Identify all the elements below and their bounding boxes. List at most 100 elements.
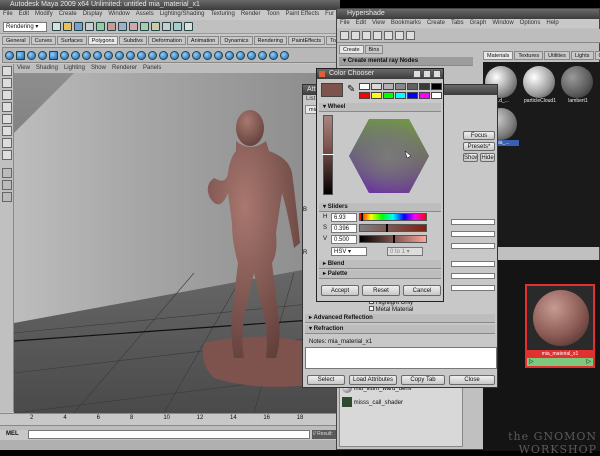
presets-button[interactable]: Presets* [463, 142, 495, 151]
hypershade-menu-help[interactable]: Help [546, 20, 558, 26]
perspective-viewport[interactable]: y [14, 73, 340, 413]
shelf-tab-animation[interactable]: Animation [186, 36, 220, 45]
range-dropdown[interactable]: 0 to 1 ▾ [387, 247, 423, 256]
attribute-slider[interactable] [451, 285, 495, 291]
menu-paint-effects[interactable]: Paint Effects [286, 11, 320, 17]
s-field[interactable]: 0.396 [331, 224, 357, 233]
render-icon[interactable] [162, 22, 171, 31]
poly-prism-icon[interactable] [71, 51, 80, 60]
attribute-slider[interactable] [451, 261, 495, 267]
h-slider[interactable] [359, 213, 427, 221]
palette-color-cell[interactable] [371, 83, 382, 90]
poly-soccer-icon[interactable] [115, 51, 124, 60]
hypershade-tab-cameras[interactable]: Cameras [594, 51, 600, 60]
save-scene-icon[interactable] [74, 22, 83, 31]
shelf-tab-general[interactable]: General [2, 36, 30, 45]
value-strip[interactable] [322, 115, 334, 195]
focus-button[interactable]: Focus [463, 131, 495, 140]
bridge-icon[interactable] [225, 51, 234, 60]
lasso-tool-icon[interactable] [2, 78, 12, 88]
show-button[interactable]: Show [463, 153, 478, 162]
palette-color-cell[interactable] [407, 91, 418, 99]
accept-button[interactable]: Accept [321, 285, 359, 296]
panel-menu-shading[interactable]: Shading [36, 65, 58, 71]
split-polygon-icon[interactable] [247, 51, 256, 60]
extrude-icon[interactable] [214, 51, 223, 60]
hide-button[interactable]: Hide [480, 153, 495, 162]
checkbox-box[interactable] [369, 306, 374, 311]
v-slider[interactable] [359, 235, 427, 243]
panel-menu-lighting[interactable]: Lighting [64, 65, 85, 71]
render-settings-icon[interactable] [184, 22, 193, 31]
poly-plane-icon[interactable] [49, 51, 58, 60]
manipulator-tool-icon[interactable] [2, 138, 12, 148]
poly-pipe-icon[interactable] [93, 51, 102, 60]
offset-edge-loop-icon[interactable] [269, 51, 278, 60]
cancel-button[interactable]: Cancel [403, 285, 441, 296]
snap-curve-icon[interactable] [129, 22, 138, 31]
hypershade-menu-edit[interactable]: Edit [356, 20, 366, 26]
single-view-layout-icon[interactable] [2, 168, 12, 178]
select-tool-icon[interactable] [2, 66, 12, 76]
palette-color-cell[interactable] [407, 83, 418, 90]
hypershade-menu-view[interactable]: View [372, 20, 385, 26]
shelf-tab-deformation[interactable]: Deformation [147, 36, 186, 45]
v-slider-handle[interactable] [393, 235, 395, 243]
menu-modify[interactable]: Modify [35, 11, 53, 17]
insert-edge-loop-icon[interactable] [258, 51, 267, 60]
list-item[interactable]: misss_call_shader [340, 396, 462, 410]
palette-color-cell[interactable] [419, 91, 430, 99]
select-by-hierarchy-icon[interactable] [85, 22, 94, 31]
select-button[interactable]: Select [307, 375, 345, 385]
palette-color-cell[interactable] [383, 91, 394, 99]
s-slider[interactable] [359, 224, 427, 232]
advanced-reflection-section[interactable]: ▸ Advanced Reflection [305, 314, 495, 323]
menu-assets[interactable]: Assets [136, 11, 154, 17]
input-port-icon[interactable]: ▷ [529, 358, 534, 365]
menu-lighting-shading[interactable]: Lighting/Shading [160, 11, 205, 17]
menu-edit[interactable]: Edit [19, 11, 29, 17]
bottom-tabs-only-icon[interactable] [362, 31, 371, 40]
panel-menu-show[interactable]: Show [91, 65, 106, 71]
menu-window[interactable]: Window [108, 11, 129, 17]
menu-file[interactable]: File [3, 11, 13, 17]
load-attributes-button[interactable]: Load Attributes [349, 375, 397, 385]
hypershade-tab-textures[interactable]: Textures [514, 51, 544, 60]
work-area[interactable]: mia_material_x1 ▷ ▷ the GNOMON WORKSHOP [483, 260, 600, 456]
select-by-object-icon[interactable] [96, 22, 105, 31]
both-tabs-icon[interactable] [373, 31, 382, 40]
hypershade-menu-options[interactable]: Options [520, 20, 541, 26]
shelf-tab-rendering[interactable]: Rendering [253, 36, 287, 45]
eyedropper-icon[interactable]: ✎ [347, 83, 357, 97]
move-tool-icon[interactable] [2, 102, 12, 112]
close-icon[interactable] [433, 70, 441, 78]
snap-grid-icon[interactable] [118, 22, 127, 31]
reset-button[interactable]: Reset [362, 285, 400, 296]
menu-display[interactable]: Display [83, 11, 103, 17]
toggle-create-bar-icon[interactable] [340, 31, 349, 40]
attribute-slider[interactable] [451, 231, 495, 237]
attribute-slider[interactable] [451, 219, 495, 225]
output-port-icon[interactable]: ▷ [586, 358, 591, 365]
poly-cylinder-icon[interactable] [27, 51, 36, 60]
open-scene-icon[interactable] [63, 22, 72, 31]
material-swatch[interactable]: lambert1 [561, 66, 595, 104]
poly-pyramid-icon[interactable] [82, 51, 91, 60]
menu-fur[interactable]: Fur [325, 11, 334, 17]
palette-color-cell[interactable] [431, 91, 442, 99]
sliders-section[interactable]: ▾ Sliders [319, 203, 441, 212]
new-scene-icon[interactable] [52, 22, 61, 31]
clear-graph-icon[interactable] [406, 31, 415, 40]
smooth-icon[interactable] [181, 51, 190, 60]
maximize-icon[interactable] [423, 70, 431, 78]
color-mode-dropdown[interactable]: HSV ▾ [331, 247, 367, 256]
palette-color-cell[interactable] [359, 83, 370, 90]
bevel-icon[interactable] [280, 51, 289, 60]
refraction-section[interactable]: ▾ Refraction [305, 325, 495, 334]
hypershade-tab-lights[interactable]: Lights [570, 51, 594, 60]
palette-color-cell[interactable] [359, 91, 370, 99]
minimize-icon[interactable] [413, 70, 421, 78]
poly-helix-icon[interactable] [104, 51, 113, 60]
copy-tab-button[interactable]: Copy Tab [401, 375, 445, 385]
shelf-tab-surfaces[interactable]: Surfaces [57, 36, 87, 45]
